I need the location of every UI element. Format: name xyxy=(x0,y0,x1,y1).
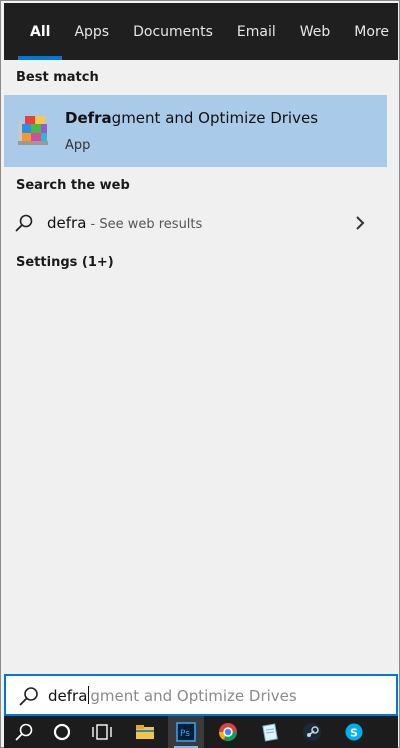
taskbar-file-explorer-button[interactable] xyxy=(127,716,163,748)
search-window: All Apps Documents Email Web More Best m… xyxy=(0,0,400,748)
file-explorer-icon xyxy=(136,725,154,739)
search-web-heading: Search the web xyxy=(16,178,130,193)
svg-text:Ps: Ps xyxy=(180,729,190,739)
chevron-right-icon[interactable] xyxy=(354,215,366,231)
search-filter-tabs: All Apps Documents Email Web More xyxy=(4,3,398,60)
tab-all[interactable]: All xyxy=(18,3,63,60)
taskbar-photoshop-button[interactable]: Ps xyxy=(168,716,204,748)
tab-email[interactable]: Email xyxy=(225,3,288,60)
taskbar-search-button[interactable] xyxy=(6,716,42,748)
notepad-icon xyxy=(262,723,278,742)
taskbar: Ps S xyxy=(4,716,398,748)
taskbar-chrome-button[interactable] xyxy=(210,716,246,748)
best-match-result[interactable]: Defragment and Optimize Drives App xyxy=(4,95,387,167)
best-match-title: Defragment and Optimize Drives xyxy=(65,109,319,127)
best-match-heading: Best match xyxy=(16,70,99,85)
taskbar-skype-button[interactable]: S xyxy=(336,716,372,748)
web-query-text: defra - See web results xyxy=(47,214,203,232)
best-match-subtitle: App xyxy=(65,138,91,153)
photoshop-icon: Ps xyxy=(176,722,196,742)
settings-heading[interactable]: Settings (1+) xyxy=(16,255,114,270)
task-view-icon xyxy=(92,724,112,740)
taskbar-steam-button[interactable] xyxy=(294,716,330,748)
search-icon xyxy=(19,687,38,706)
defrag-app-icon xyxy=(18,116,48,145)
cortana-icon xyxy=(53,723,71,741)
web-search-result[interactable]: defra - See web results xyxy=(4,203,387,243)
taskbar-task-view-button[interactable] xyxy=(84,716,120,748)
search-box[interactable]: defra gment and Optimize Drives xyxy=(4,674,398,716)
steam-icon xyxy=(303,723,321,741)
svg-text:S: S xyxy=(350,727,358,740)
search-icon xyxy=(15,723,33,741)
skype-icon: S xyxy=(345,723,363,741)
search-icon xyxy=(15,214,33,232)
search-panel: All Apps Documents Email Web More Best m… xyxy=(4,3,398,671)
tab-more[interactable]: More xyxy=(342,3,398,60)
taskbar-cortana-button[interactable] xyxy=(44,716,80,748)
tab-apps[interactable]: Apps xyxy=(62,3,121,60)
chrome-icon xyxy=(219,723,237,742)
tab-documents[interactable]: Documents xyxy=(121,3,225,60)
taskbar-notepad-button[interactable] xyxy=(252,716,288,748)
search-input[interactable]: defra gment and Optimize Drives xyxy=(48,686,297,705)
tab-web[interactable]: Web xyxy=(288,3,343,60)
